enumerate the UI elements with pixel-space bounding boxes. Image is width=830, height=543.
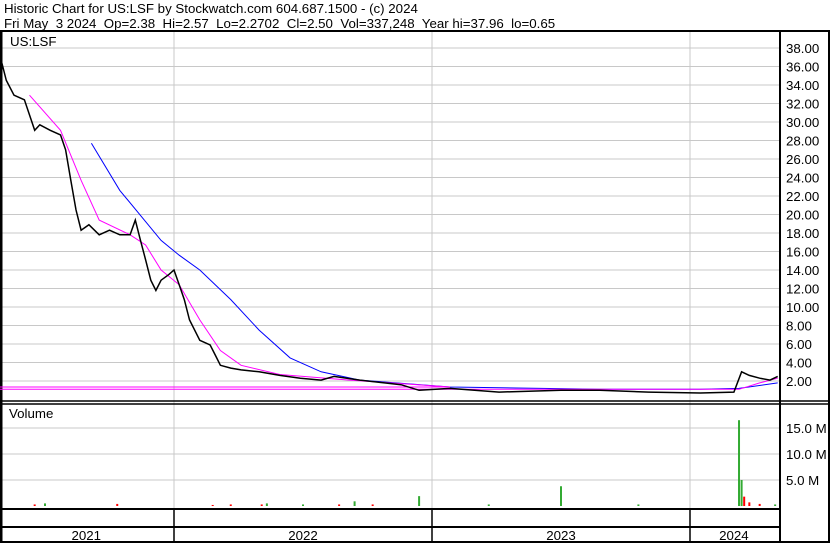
volume-tick-label: 15.0 M — [786, 421, 827, 436]
volume-label: Volume — [9, 406, 53, 421]
volume-bar — [265, 503, 268, 506]
year-label: 2022 — [288, 528, 318, 543]
price-tick-label: 14.00 — [786, 263, 819, 278]
volume-bar — [738, 420, 741, 506]
price-tick-label: 24.00 — [786, 171, 819, 186]
price-tick-label: 10.00 — [786, 300, 819, 315]
ma_short-line — [0, 94, 778, 390]
price-tick-label: 30.00 — [786, 115, 819, 130]
volume-bar — [487, 504, 490, 506]
volume-bar — [560, 486, 562, 506]
symbol-label: US:LSF — [10, 34, 57, 49]
volume-bar — [743, 496, 746, 506]
price-tick-label: 4.00 — [786, 356, 812, 371]
volume-bar — [211, 504, 214, 506]
year-label: 2024 — [719, 528, 749, 543]
volume-bar — [33, 504, 36, 506]
price-tick-label: 20.00 — [786, 208, 819, 223]
volume-bar — [774, 504, 777, 506]
volume-bar — [418, 496, 421, 506]
price-tick-label: 8.00 — [786, 319, 812, 334]
volume-bar — [116, 503, 119, 506]
volume-bar — [371, 504, 374, 506]
price-tick-label: 22.00 — [786, 189, 819, 204]
year-label: 2021 — [71, 528, 101, 543]
price-tick-label: 38.00 — [786, 41, 819, 56]
ma_long-line — [90, 143, 778, 390]
price-tick-label: 32.00 — [786, 97, 819, 112]
stock-chart: US:LSF Volume 38.00 36.00 34.00 32.00 30.00 2… — [0, 30, 830, 543]
volume-bar — [260, 504, 263, 506]
price-tick-label: 12.00 — [786, 282, 819, 297]
volume-bar — [740, 480, 743, 506]
price-tick-label: 16.00 — [786, 245, 819, 260]
volume-bar — [637, 504, 640, 506]
volume-bar — [44, 503, 46, 506]
price-tick-label: 36.00 — [786, 60, 819, 75]
volume-bar — [338, 504, 341, 506]
volume-tick-label: 10.0 M — [786, 447, 827, 462]
price-tick-label: 18.00 — [786, 226, 819, 241]
year-label: 2023 — [546, 528, 576, 543]
volume-bar — [758, 503, 761, 506]
volume-bar — [302, 504, 304, 506]
price-tick-label: 6.00 — [786, 337, 812, 352]
price-tick-label: 2.00 — [786, 374, 812, 389]
volume-tick-label: 5.0 M — [786, 473, 819, 488]
price-tick-label: 26.00 — [786, 152, 819, 167]
price-line — [0, 59, 779, 394]
volume-bar — [353, 501, 356, 506]
volume-bar — [229, 504, 232, 506]
price-tick-label: 28.00 — [786, 134, 819, 149]
price-tick-label: 34.00 — [786, 78, 819, 93]
volume-bar — [748, 502, 751, 506]
